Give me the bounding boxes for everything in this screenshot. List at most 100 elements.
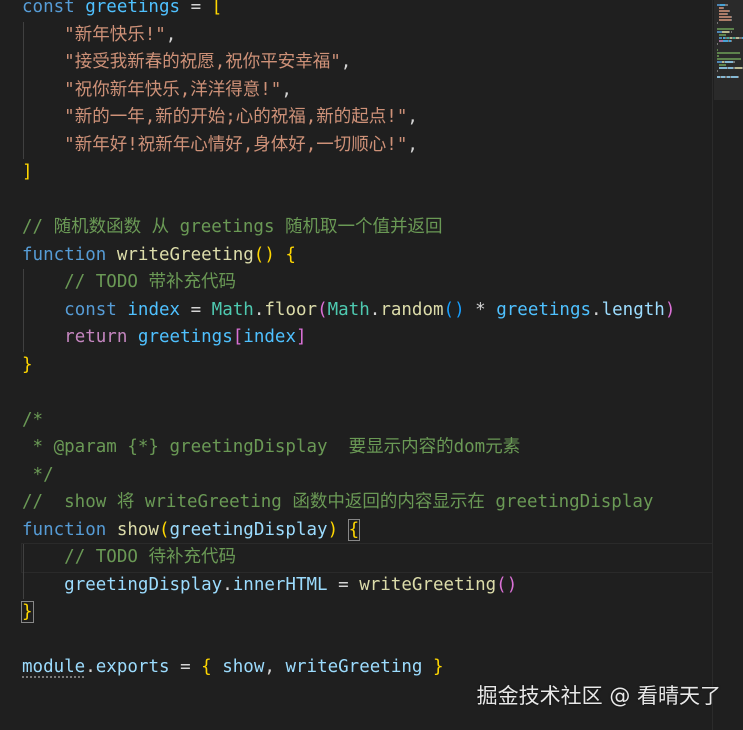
code-token: // show 将 writeGreeting 函数中返回的内容显示在 gree… <box>22 492 654 512</box>
code-token: // 随机数函数 从 greetings 随机取一个值并返回 <box>22 217 443 237</box>
code-token: ) <box>327 519 339 540</box>
code-line[interactable]: greetingDisplay.innerHTML = writeGreetin… <box>22 572 712 600</box>
code-token: innerHTML <box>232 574 328 595</box>
code-line[interactable] <box>22 379 712 407</box>
code-line[interactable] <box>22 187 712 215</box>
code-line[interactable]: */ <box>22 462 712 490</box>
code-token: // TODO 带补充代码 <box>64 272 236 292</box>
code-token: [ <box>232 327 244 347</box>
code-line[interactable] <box>22 627 712 655</box>
minimap-token <box>719 64 727 66</box>
minimap-slider[interactable] <box>714 0 743 100</box>
code-token: * <box>464 299 497 320</box>
code-line[interactable]: } <box>22 352 712 380</box>
minimap[interactable] <box>712 0 743 730</box>
code-token: , <box>340 52 352 72</box>
code-token: ( <box>158 519 170 540</box>
code-token: } <box>22 354 33 375</box>
code-token: [ <box>211 0 223 17</box>
code-area[interactable]: const greetings = [ "新年快乐!", "接受我新春的祝愿,祝… <box>21 0 713 682</box>
code-line[interactable]: "新的一年,新的开始;心的祝福,新的起点!", <box>22 104 712 132</box>
code-line[interactable]: // show 将 writeGreeting 函数中返回的内容显示在 gree… <box>22 489 712 517</box>
minimap-token <box>717 58 741 60</box>
code-line[interactable]: const greetings = [ <box>22 0 712 22</box>
code-token: show <box>222 657 265 677</box>
minimap-token <box>734 67 742 69</box>
code-line[interactable]: "接受我新春的祝愿,祝你平安幸福", <box>22 49 712 77</box>
minimap-token <box>726 13 728 15</box>
code-token: Math <box>211 299 254 320</box>
code-line[interactable]: return greetings[index] <box>22 324 712 352</box>
code-token: , <box>407 107 418 127</box>
minimap-token <box>717 43 718 45</box>
code-token: () <box>496 574 518 595</box>
code-token: , <box>165 24 177 45</box>
code-token: = <box>327 574 360 595</box>
code-token: index <box>243 327 296 347</box>
code-line[interactable]: } <box>21 599 712 627</box>
code-token: } <box>432 657 444 677</box>
minimap-token <box>738 76 740 78</box>
code-token: "新的一年,新的开始;心的祝福,新的起点!" <box>64 107 408 127</box>
minimap-token <box>717 70 718 72</box>
minimap-token <box>726 4 728 6</box>
code-token: "祝你新年快乐,洋洋得意!" <box>64 79 282 100</box>
code-token: writeGreeting <box>285 657 423 677</box>
code-editor[interactable]: const greetings = [ "新年快乐!", "接受我新春的祝愿,祝… <box>0 0 743 730</box>
code-line[interactable]: // TODO 待补充代码 <box>21 543 713 573</box>
code-line[interactable]: // 随机数函数 从 greetings 随机取一个值并返回 <box>22 214 712 242</box>
code-line[interactable]: function writeGreeting() { <box>22 242 712 270</box>
code-token: * @param {*} greetingDisplay 要显示内容的dom元素 <box>22 437 521 457</box>
code-line[interactable]: // TODO 带补充代码 <box>22 269 712 297</box>
code-token: length <box>601 299 665 320</box>
code-token: , <box>407 134 418 155</box>
code-token: () <box>253 244 275 265</box>
minimap-token <box>731 16 733 18</box>
code-token: function <box>22 244 117 265</box>
code-token: = <box>180 299 212 320</box>
code-token: ] <box>295 327 307 347</box>
code-token: { <box>285 244 296 265</box>
indent-guide <box>23 21 24 159</box>
code-line[interactable]: * @param {*} greetingDisplay 要显示内容的dom元素 <box>22 434 712 462</box>
code-token: greetings <box>85 0 181 17</box>
code-token: = <box>180 0 212 17</box>
code-token: ] <box>22 162 33 182</box>
code-line[interactable]: ] <box>22 159 712 187</box>
code-line[interactable]: module.exports = { show, writeGreeting } <box>22 654 712 682</box>
code-token: const <box>64 299 128 320</box>
code-token: */ <box>22 464 54 485</box>
minimap-token <box>731 19 733 21</box>
code-line[interactable]: function show(greetingDisplay) { <box>22 517 712 545</box>
minimap-token <box>717 52 741 54</box>
code-token: index <box>127 299 181 320</box>
indent-guide <box>23 544 24 599</box>
minimap-token <box>719 13 727 15</box>
code-token: greetingDisplay <box>64 574 223 595</box>
code-line[interactable]: const index = Math.floor(Math.random() *… <box>22 297 712 325</box>
code-token: "新年快乐!" <box>64 24 166 45</box>
code-line[interactable]: "新年好!祝新年心情好,身体好,一切顺心!", <box>22 132 712 160</box>
minimap-token <box>730 31 732 33</box>
code-token: return <box>64 327 138 347</box>
minimap-token <box>723 7 725 9</box>
code-line[interactable]: "祝你新年快乐,洋洋得意!", <box>22 77 712 105</box>
code-token: greetingDisplay <box>169 519 328 540</box>
code-token: writeGreeting <box>116 244 254 265</box>
code-token: greetings <box>137 327 233 347</box>
code-token: floor <box>264 299 318 320</box>
code-line[interactable]: "新年快乐!", <box>22 22 712 50</box>
minimap-token <box>719 16 732 18</box>
code-line[interactable]: /* <box>22 407 712 435</box>
code-token: // TODO 待补充代码 <box>64 547 236 567</box>
watermark: 掘金技术社区 @ 看晴天了 <box>476 684 721 708</box>
code-token: const <box>22 0 86 17</box>
